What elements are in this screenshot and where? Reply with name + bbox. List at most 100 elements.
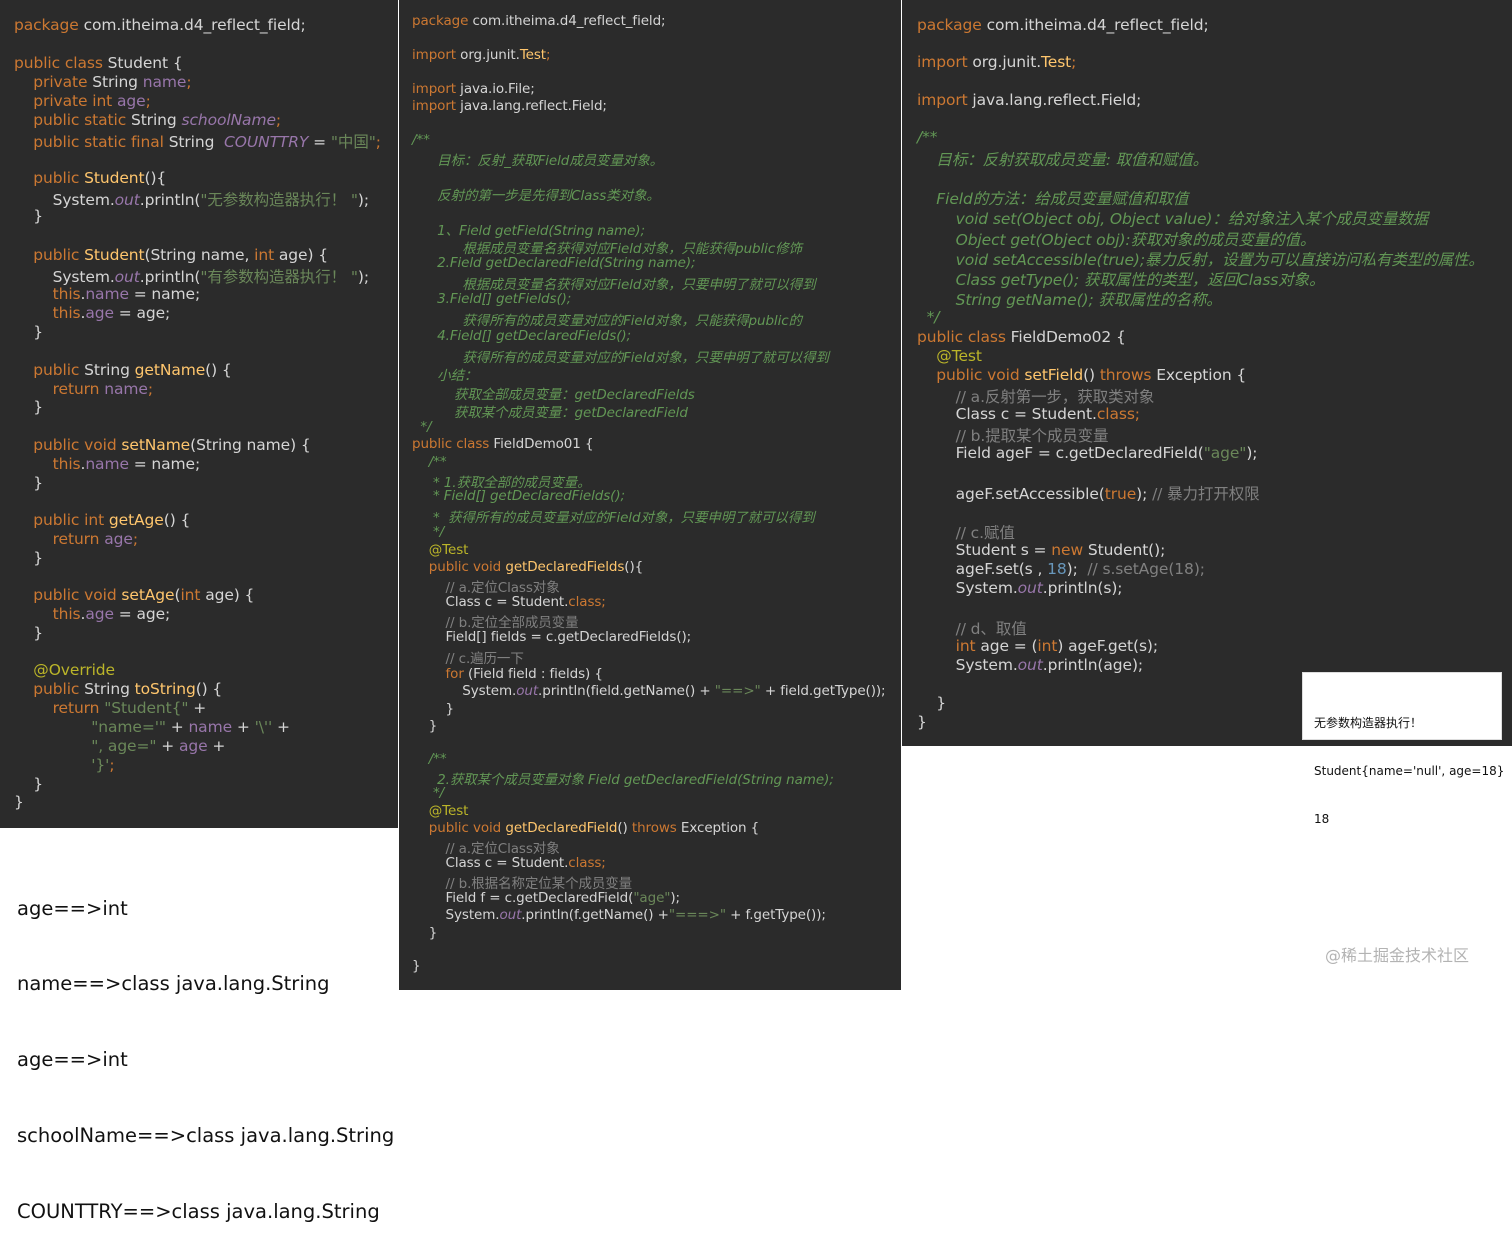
code-token: Exception { [680,820,760,836]
code-token: name [104,380,148,398]
code-line: */ [412,419,431,435]
code-token: 18 [1047,560,1067,578]
code-token: public class [917,328,1011,346]
code-token: '\'' [254,718,273,736]
code-token: this [14,304,81,322]
code-token: } [14,323,44,341]
code-token: return [14,380,105,398]
code-line: @Test [917,347,982,365]
code-token: this [14,455,81,473]
code-token: name [85,455,129,473]
code-token: ; [1071,53,1077,71]
code-token: java.lang.reflect.Field; [460,98,607,114]
code-token: "有参数构造器执行！ " [200,268,358,286]
code-token: // c.遍历一下 [412,651,524,667]
code-token: ; [186,73,192,91]
code-token: int [254,246,279,264]
code-token: ; [147,380,153,398]
code-line: 目标：反射获取成员变量: 取值和赋值。 [917,148,1208,170]
code-token: // d、取值 [917,620,1027,638]
code-token: ); [357,191,369,209]
code-token: // a.反射第一步，获取类对象 [917,388,1155,406]
code-token: import [412,98,461,114]
code-token: class; [568,594,606,610]
output-line: 无参数构造器执行！ [1314,716,1423,730]
code-token: "name='" [14,718,166,736]
code-token: + f.getType()); [725,907,826,923]
code-token: System. [412,907,500,923]
code-token: setField [1024,366,1084,384]
code-line: 2.获取某个成员变量对象 Field getDeclaredField(Stri… [412,768,834,788]
output-line: 18 [1314,812,1330,826]
code-line: ", age=" + age + [14,737,225,755]
code-line: } [14,207,43,225]
code-line: public static final String COUNTTRY = "中… [14,130,381,152]
code-token: java.io.File; [460,81,535,97]
code-line: System.out.println(age); [917,656,1144,674]
code-token: + [232,718,255,736]
code-token: Object get(Object obj):获取对象的成员变量的值。 [917,231,1316,249]
code-token: private [14,73,93,91]
code-line: } [14,775,43,793]
code-token: ); [357,268,369,286]
code-token: public [14,246,85,264]
code-line: public static String schoolName; [14,111,281,129]
student-code: package com.itheima.d4_reflect_field; pub… [0,0,398,828]
code-line: public int getAge() { [14,511,190,529]
code-line: */ [917,308,940,326]
code-token: getDeclaredField [505,820,618,836]
code-line: ageF.setAccessible(true); // 暴力打开权限 [917,482,1260,504]
code-token: */ [412,785,445,801]
code-token: Class c = Student. [917,405,1097,423]
code-token: + [156,737,179,755]
output-line: age==>int [17,1048,128,1072]
code-token: = [308,133,331,151]
watermark: @稀土掘金技术社区 [1325,946,1470,965]
code-token: age) { [205,586,255,604]
code-line: /** [917,128,938,146]
code-token: throws [1099,366,1157,384]
code-token: @Test [917,347,982,365]
code-token: /** [412,751,447,767]
code-line: 获得所有的成员变量对应的Field对象，只能获得public的 [412,309,802,329]
code-line: Field[] fields = c.getDeclaredFields(); [412,629,692,645]
fields-console-output: age==>int name==>class java.lang.String … [0,829,398,1223]
output-line: Student{name='null', age=18} [1314,764,1505,778]
code-line: /** [412,132,430,148]
code-token: () [617,820,632,836]
code-token: .println( [139,191,201,209]
code-token: 获取某个成员变量：getDeclaredField [412,405,688,421]
code-line: int age = (int) ageF.get(s); [917,637,1158,655]
code-token: * Field[] getDeclaredFields(); [412,488,625,504]
code-token: = name; [128,285,201,303]
code-token: return [14,530,105,548]
code-token: 2.Field getDeclaredField(String name); [412,255,696,271]
code-line: } [14,624,43,642]
code-token: ; [132,530,138,548]
code-line: return age; [14,530,138,548]
code-token: toString [134,680,196,698]
code-line: } [14,549,43,567]
code-token: 目标：反射获取成员变量: 取值和赋值。 [917,151,1209,169]
code-token: class; [1096,405,1140,423]
code-token: com.itheima.d4_reflect_field; [986,16,1209,34]
code-token: void setAccessible(true);暴力反射，设置为可以直接访问私… [917,251,1484,269]
code-token: "==>" [714,683,761,699]
code-token: public void [14,586,122,604]
code-token: Student [84,246,145,264]
code-token: ); [670,890,681,906]
code-token: () [1083,366,1100,384]
code-token: Student [84,169,145,187]
code-token: out [499,907,522,923]
code-token: age [116,92,146,110]
code-line: // d、取值 [917,617,1027,639]
code-line: ageF.set(s , 18); // s.setAge(18); [917,560,1205,578]
code-token: } [917,694,947,712]
code-token: 目标：反射_获取Field成员变量对象。 [412,153,664,169]
code-token: age) { [278,246,329,264]
code-line: Class c = Student.class; [412,594,606,610]
code-token: = age; [113,304,171,322]
code-line: 获取全部成员变量：getDeclaredFields [412,383,695,403]
code-token: Student s = [917,541,1052,559]
code-token: import [917,53,973,71]
